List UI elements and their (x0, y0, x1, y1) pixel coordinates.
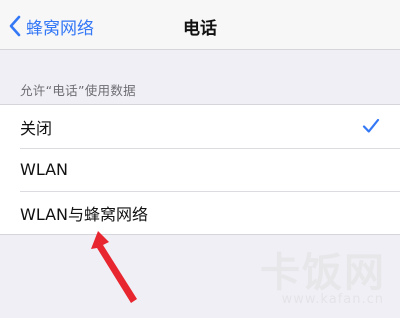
annotation-arrow-icon (91, 231, 137, 303)
